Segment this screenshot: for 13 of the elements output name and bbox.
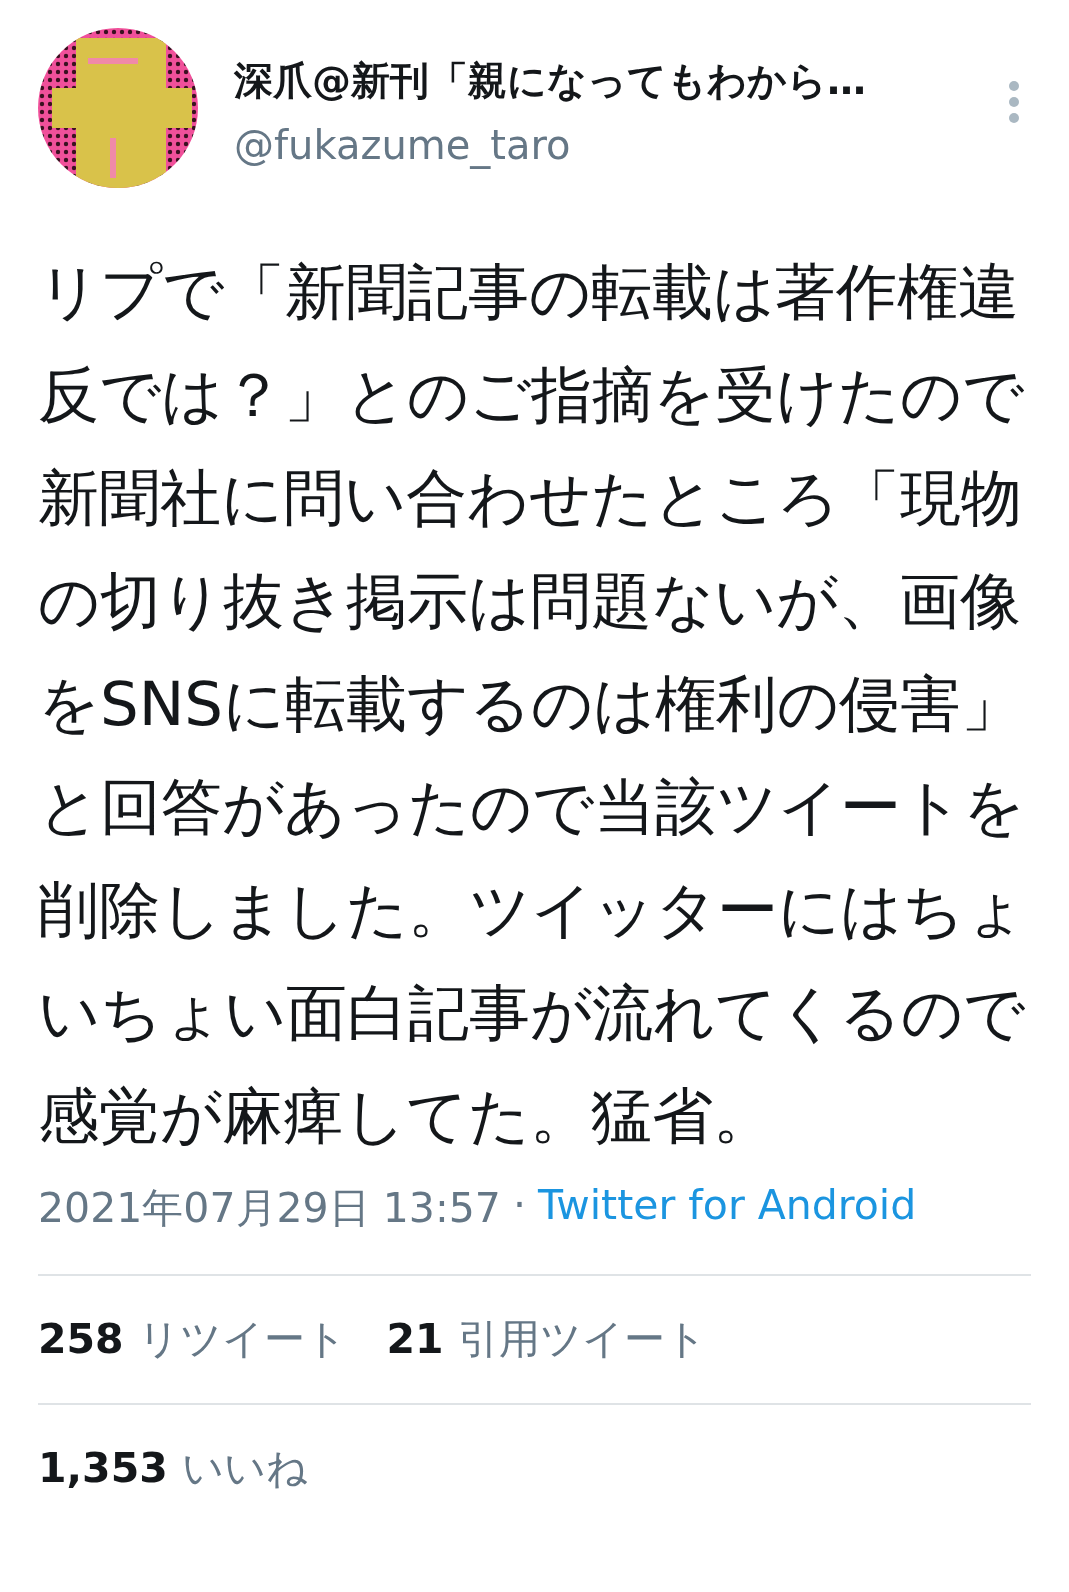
more-options-icon[interactable] [1007, 80, 1021, 124]
likes-label[interactable]: いいね [181, 1441, 308, 1496]
author-name[interactable]: 深爪@新刊「親になってもわから… [234, 54, 971, 108]
stat-label[interactable]: リツイート [137, 1312, 347, 1367]
source-link[interactable]: Twitter for Android [537, 1181, 917, 1236]
likes-count: 1,353 [38, 1444, 168, 1492]
stat-count: 258 [38, 1315, 124, 1363]
stat-count: 21 [386, 1315, 444, 1363]
tweet-text: リプで「新聞記事の転載は著作権違反では？」とのご指摘を受けたので新聞社に問い合わせたところ「現物の切り抜き掲示は問題ないが、画像をSNSに転載するのは権利の侵害」と回答があったので当該ツイートを削除しました。ツイッターにはちょいちょい面白記事が流れてくるので感覚が麻痺してた。猛省。 [38, 255, 1027, 1153]
author-handle[interactable]: @fukazume_taro [234, 122, 971, 168]
timestamp: 2021年07月29日 13:57 [38, 1183, 501, 1234]
stat-label[interactable]: 引用ツイート [457, 1312, 707, 1367]
separator: · [512, 1181, 526, 1231]
